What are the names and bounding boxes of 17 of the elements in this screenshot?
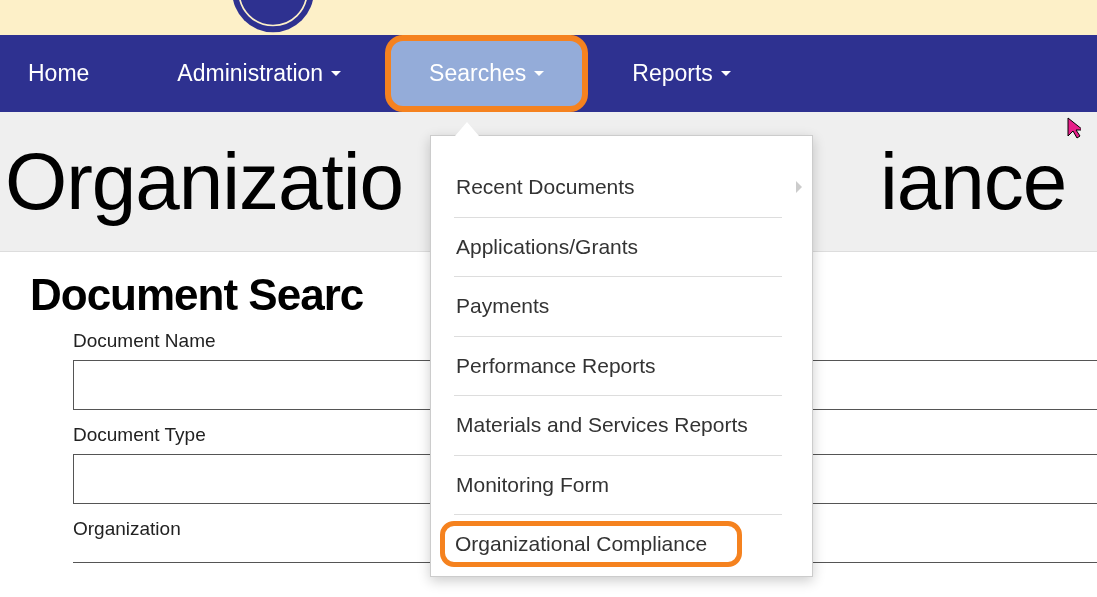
field-label: Organization — [73, 518, 181, 540]
menu-item[interactable]: Organizational Compliance — [440, 521, 743, 568]
field-label: Document Type — [73, 424, 206, 446]
menu-item[interactable]: Performance Reports — [454, 347, 658, 384]
cursor-icon — [1067, 117, 1081, 139]
nav-tab[interactable]: Home — [0, 35, 134, 112]
menu-item[interactable]: Recent Documents — [454, 169, 637, 206]
section-title: Document Searc — [30, 270, 364, 320]
menu-item[interactable]: Monitoring Form — [454, 466, 611, 503]
page-title: iance — [880, 135, 1067, 228]
nav-tab[interactable]: Reports — [588, 35, 775, 112]
menu-item[interactable]: Payments — [454, 288, 552, 325]
field-label: Document Name — [73, 330, 216, 352]
nav-tab[interactable]: Administration — [133, 35, 386, 112]
menu-item[interactable]: Materials and Services Reports — [454, 407, 750, 444]
menu-item[interactable]: Applications/Grants — [454, 228, 641, 265]
page-title: Organizatio — [4, 135, 405, 228]
